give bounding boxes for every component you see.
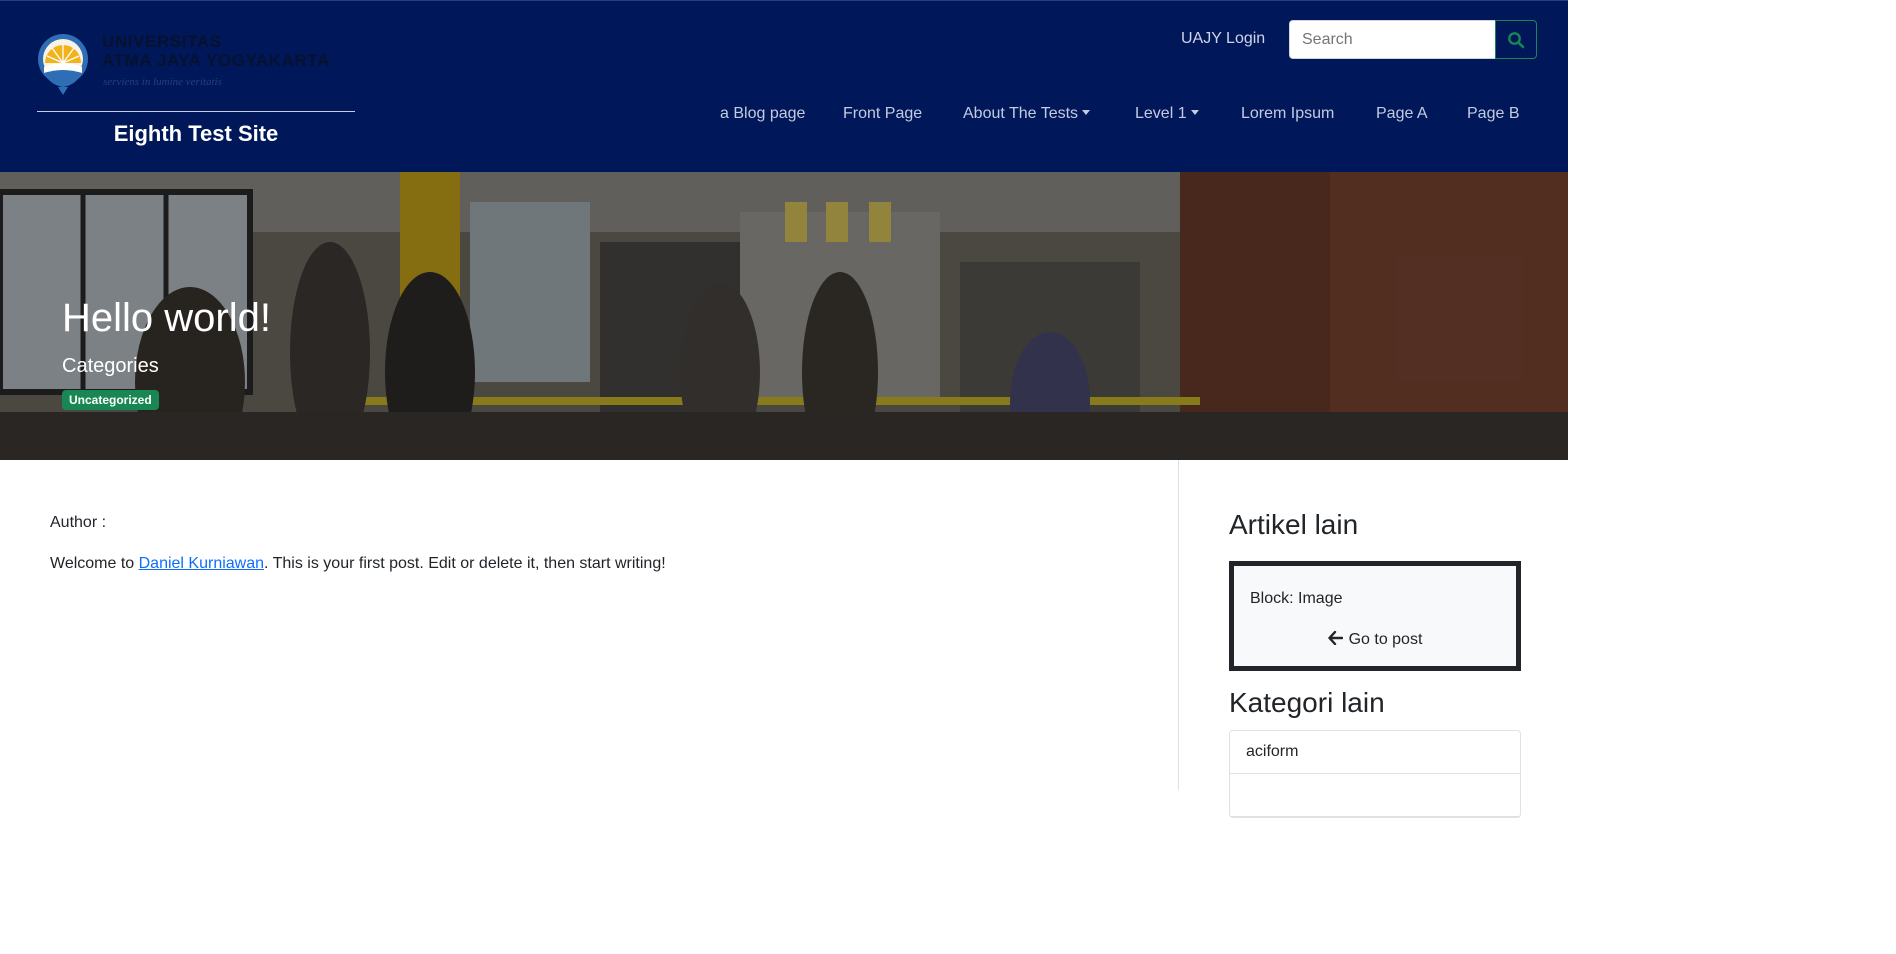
nav-item-label: Page A xyxy=(1376,105,1428,122)
logo-tagline: serviens in lumine veritatis xyxy=(103,76,222,88)
go-to-post-link[interactable]: Go to post xyxy=(1234,630,1516,649)
nav-item-blog-page[interactable]: a Blog page xyxy=(720,105,805,123)
nav-item-label: Page B xyxy=(1467,105,1520,122)
logo-text-line2: ATMA JAYA YOGYAKARTA xyxy=(102,51,331,70)
nav-item-lorem-ipsum[interactable]: Lorem Ipsum xyxy=(1241,105,1334,123)
other-categories-heading: Kategori lain xyxy=(1229,687,1385,718)
search-icon xyxy=(1508,31,1525,48)
other-articles-heading: Artikel lain xyxy=(1229,509,1359,540)
article-card-title: Block: Image xyxy=(1250,590,1343,607)
nav-item-page-b[interactable]: Page B xyxy=(1467,105,1519,123)
post-content-suffix: . This is your first post. Edit or delet… xyxy=(264,555,666,572)
post-author: Author : xyxy=(50,514,107,531)
sidebar-divider xyxy=(1178,460,1179,790)
category-badge[interactable]: Uncategorized xyxy=(62,390,159,410)
nav-item-label: a Blog page xyxy=(720,105,806,122)
site-name-divider xyxy=(37,111,355,112)
chevron-down-icon xyxy=(1082,110,1091,115)
nav-item-label: About The Tests xyxy=(963,105,1079,122)
hero-banner: Hello world! Categories Uncategorized xyxy=(0,172,1568,460)
university-logo[interactable]: UNIVERSITAS ATMA JAYA YOGYAKARTA servien… xyxy=(36,29,356,97)
nav-item-front-page[interactable]: Front Page xyxy=(843,105,922,123)
search-input[interactable] xyxy=(1289,20,1495,59)
site-header: UNIVERSITAS ATMA JAYA YOGYAKARTA servien… xyxy=(0,0,1568,172)
nav-item-label: Lorem Ipsum xyxy=(1241,105,1335,122)
categories-label: Categories xyxy=(62,355,159,377)
university-crest-icon xyxy=(38,34,88,95)
nav-item-about-the-tests[interactable]: About The Tests xyxy=(963,105,1091,123)
go-to-post-label: Go to post xyxy=(1348,631,1423,648)
nav-item-label: Level 1 xyxy=(1135,105,1187,122)
logo-text-line1: UNIVERSITAS xyxy=(102,32,222,51)
login-link[interactable]: UAJY Login xyxy=(1181,30,1265,48)
article-card: Block: Image Go to post xyxy=(1229,561,1521,671)
chevron-down-icon xyxy=(1190,110,1199,115)
category-list-item[interactable]: aciform xyxy=(1230,731,1520,774)
nav-item-page-a[interactable]: Page A xyxy=(1376,105,1428,123)
author-link[interactable]: Daniel Kurniawan xyxy=(139,555,264,572)
nav-item-level-1[interactable]: Level 1 xyxy=(1135,105,1199,123)
category-list-item[interactable] xyxy=(1230,774,1520,817)
post-content: Welcome to Daniel Kurniawan. This is you… xyxy=(50,555,666,573)
post-title: Hello world! xyxy=(62,296,271,340)
post-content-prefix: Welcome to xyxy=(50,555,139,572)
site-name[interactable]: Eighth Test Site xyxy=(37,121,355,147)
category-list: aciform xyxy=(1229,730,1521,818)
arrow-left-icon xyxy=(1327,630,1343,646)
nav-item-label: Front Page xyxy=(843,105,923,122)
search-button[interactable] xyxy=(1495,20,1537,59)
